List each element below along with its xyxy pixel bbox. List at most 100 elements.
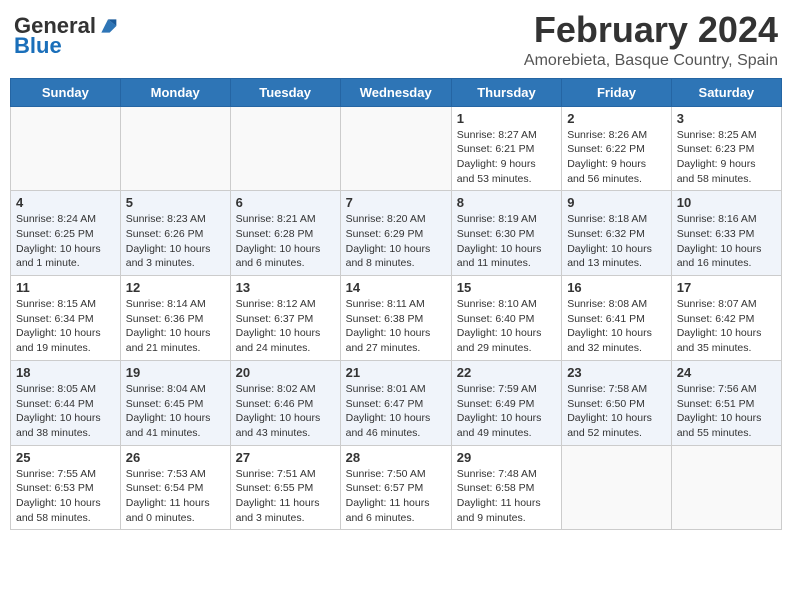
day-info: Sunrise: 8:18 AM Sunset: 6:32 PM Dayligh… [567, 212, 666, 271]
calendar-cell: 14 Sunrise: 8:11 AM Sunset: 6:38 PM Dayli… [340, 276, 451, 361]
day-number: 15 [457, 280, 556, 295]
calendar-cell: 6Sunrise: 8:21 AM Sunset: 6:28 PM Daylig… [230, 191, 340, 276]
day-number: 24 [677, 365, 776, 380]
calendar-cell [11, 106, 121, 191]
calendar-week-row: 25Sunrise: 7:55 AM Sunset: 6:53 PM Dayli… [11, 445, 782, 530]
calendar-cell: 29 Sunrise: 7:48 AM Sunset: 6:58 PM Dayli… [451, 445, 561, 530]
day-info: Sunrise: 8:07 AM Sunset: 6:42 PM Dayligh… [677, 297, 776, 356]
calendar-cell: 12Sunrise: 8:14 AM Sunset: 6:36 PM Dayli… [120, 276, 230, 361]
day-info: Sunrise: 8:04 AM Sunset: 6:45 PM Dayligh… [126, 382, 225, 441]
calendar-cell: 15 Sunrise: 8:10 AM Sunset: 6:40 PM Dayli… [451, 276, 561, 361]
day-info: Sunrise: 8:15 AM Sunset: 6:34 PM Dayligh… [16, 297, 115, 356]
calendar-cell: 13 Sunrise: 8:12 AM Sunset: 6:37 PM Dayli… [230, 276, 340, 361]
day-number: 16 [567, 280, 666, 295]
day-info: Sunrise: 8:02 AM Sunset: 6:46 PM Dayligh… [236, 382, 335, 441]
calendar-cell: 3 Sunrise: 8:25 AM Sunset: 6:23 PM Daylig… [671, 106, 781, 191]
day-header-saturday: Saturday [671, 78, 781, 106]
day-info: Sunrise: 8:10 AM Sunset: 6:40 PM Dayligh… [457, 297, 556, 356]
day-number: 18 [16, 365, 115, 380]
day-number: 14 [346, 280, 446, 295]
day-number: 11 [16, 280, 115, 295]
day-header-friday: Friday [562, 78, 672, 106]
calendar-cell [340, 106, 451, 191]
day-number: 29 [457, 450, 556, 465]
day-info: Sunrise: 7:53 AM Sunset: 6:54 PM Dayligh… [126, 467, 225, 526]
calendar-cell: 7 Sunrise: 8:20 AM Sunset: 6:29 PM Daylig… [340, 191, 451, 276]
day-number: 21 [346, 365, 446, 380]
calendar-cell: 10 Sunrise: 8:16 AM Sunset: 6:33 PM Dayli… [671, 191, 781, 276]
day-info: Sunrise: 8:25 AM Sunset: 6:23 PM Dayligh… [677, 128, 776, 187]
day-number: 1 [457, 111, 556, 126]
calendar-cell: 25Sunrise: 7:55 AM Sunset: 6:53 PM Dayli… [11, 445, 121, 530]
day-info: Sunrise: 7:50 AM Sunset: 6:57 PM Dayligh… [346, 467, 446, 526]
day-number: 5 [126, 195, 225, 210]
day-header-sunday: Sunday [11, 78, 121, 106]
location-title: Amorebieta, Basque Country, Spain [524, 52, 778, 70]
day-number: 10 [677, 195, 776, 210]
logo-icon [98, 16, 118, 36]
calendar-cell: 20 Sunrise: 8:02 AM Sunset: 6:46 PM Dayli… [230, 360, 340, 445]
day-info: Sunrise: 8:16 AM Sunset: 6:33 PM Dayligh… [677, 212, 776, 271]
calendar-cell [671, 445, 781, 530]
calendar-cell [120, 106, 230, 191]
day-number: 7 [346, 195, 446, 210]
calendar-cell: 24 Sunrise: 7:56 AM Sunset: 6:51 PM Dayli… [671, 360, 781, 445]
calendar-week-row: 18 Sunrise: 8:05 AM Sunset: 6:44 PM Dayli… [11, 360, 782, 445]
day-number: 20 [236, 365, 335, 380]
day-info: Sunrise: 8:24 AM Sunset: 6:25 PM Dayligh… [16, 212, 115, 271]
day-info: Sunrise: 8:23 AM Sunset: 6:26 PM Dayligh… [126, 212, 225, 271]
day-number: 25 [16, 450, 115, 465]
month-title: February 2024 [524, 10, 778, 50]
day-info: Sunrise: 7:56 AM Sunset: 6:51 PM Dayligh… [677, 382, 776, 441]
calendar-cell: 8 Sunrise: 8:19 AM Sunset: 6:30 PM Daylig… [451, 191, 561, 276]
day-info: Sunrise: 7:59 AM Sunset: 6:49 PM Dayligh… [457, 382, 556, 441]
calendar-cell: 26 Sunrise: 7:53 AM Sunset: 6:54 PM Dayli… [120, 445, 230, 530]
calendar-week-row: 4Sunrise: 8:24 AM Sunset: 6:25 PM Daylig… [11, 191, 782, 276]
calendar-cell: 11 Sunrise: 8:15 AM Sunset: 6:34 PM Dayli… [11, 276, 121, 361]
day-info: Sunrise: 8:12 AM Sunset: 6:37 PM Dayligh… [236, 297, 335, 356]
logo: General Blue [14, 14, 118, 58]
calendar-week-row: 1 Sunrise: 8:27 AM Sunset: 6:21 PM Daylig… [11, 106, 782, 191]
day-number: 27 [236, 450, 335, 465]
calendar-cell: 1 Sunrise: 8:27 AM Sunset: 6:21 PM Daylig… [451, 106, 561, 191]
calendar-cell [562, 445, 672, 530]
day-number: 19 [126, 365, 225, 380]
day-number: 13 [236, 280, 335, 295]
calendar-cell: 22Sunrise: 7:59 AM Sunset: 6:49 PM Dayli… [451, 360, 561, 445]
day-info: Sunrise: 8:20 AM Sunset: 6:29 PM Dayligh… [346, 212, 446, 271]
day-info: Sunrise: 8:11 AM Sunset: 6:38 PM Dayligh… [346, 297, 446, 356]
day-info: Sunrise: 7:48 AM Sunset: 6:58 PM Dayligh… [457, 467, 556, 526]
day-number: 3 [677, 111, 776, 126]
calendar-cell: 19 Sunrise: 8:04 AM Sunset: 6:45 PM Dayli… [120, 360, 230, 445]
calendar-cell: 9 Sunrise: 8:18 AM Sunset: 6:32 PM Daylig… [562, 191, 672, 276]
day-header-thursday: Thursday [451, 78, 561, 106]
day-info: Sunrise: 7:51 AM Sunset: 6:55 PM Dayligh… [236, 467, 335, 526]
calendar-cell: 28Sunrise: 7:50 AM Sunset: 6:57 PM Dayli… [340, 445, 451, 530]
day-info: Sunrise: 8:14 AM Sunset: 6:36 PM Dayligh… [126, 297, 225, 356]
calendar-cell: 27 Sunrise: 7:51 AM Sunset: 6:55 PM Dayli… [230, 445, 340, 530]
day-info: Sunrise: 8:21 AM Sunset: 6:28 PM Dayligh… [236, 212, 335, 271]
day-info: Sunrise: 8:27 AM Sunset: 6:21 PM Dayligh… [457, 128, 556, 187]
day-info: Sunrise: 8:19 AM Sunset: 6:30 PM Dayligh… [457, 212, 556, 271]
page-header: General Blue February 2024 Amorebieta, B… [10, 10, 782, 70]
calendar-cell: 23Sunrise: 7:58 AM Sunset: 6:50 PM Dayli… [562, 360, 672, 445]
day-info: Sunrise: 8:08 AM Sunset: 6:41 PM Dayligh… [567, 297, 666, 356]
calendar-cell: 2Sunrise: 8:26 AM Sunset: 6:22 PM Daylig… [562, 106, 672, 191]
calendar-cell: 17 Sunrise: 8:07 AM Sunset: 6:42 PM Dayli… [671, 276, 781, 361]
day-info: Sunrise: 8:01 AM Sunset: 6:47 PM Dayligh… [346, 382, 446, 441]
day-header-monday: Monday [120, 78, 230, 106]
day-number: 17 [677, 280, 776, 295]
calendar-table: SundayMondayTuesdayWednesdayThursdayFrid… [10, 78, 782, 531]
calendar-cell: 18 Sunrise: 8:05 AM Sunset: 6:44 PM Dayli… [11, 360, 121, 445]
day-number: 9 [567, 195, 666, 210]
title-section: February 2024 Amorebieta, Basque Country… [524, 10, 778, 70]
day-number: 8 [457, 195, 556, 210]
day-header-tuesday: Tuesday [230, 78, 340, 106]
calendar-cell: 5 Sunrise: 8:23 AM Sunset: 6:26 PM Daylig… [120, 191, 230, 276]
calendar-cell: 16 Sunrise: 8:08 AM Sunset: 6:41 PM Dayli… [562, 276, 672, 361]
calendar-header-row: SundayMondayTuesdayWednesdayThursdayFrid… [11, 78, 782, 106]
day-info: Sunrise: 8:05 AM Sunset: 6:44 PM Dayligh… [16, 382, 115, 441]
calendar-cell: 4Sunrise: 8:24 AM Sunset: 6:25 PM Daylig… [11, 191, 121, 276]
calendar-cell [230, 106, 340, 191]
day-number: 26 [126, 450, 225, 465]
